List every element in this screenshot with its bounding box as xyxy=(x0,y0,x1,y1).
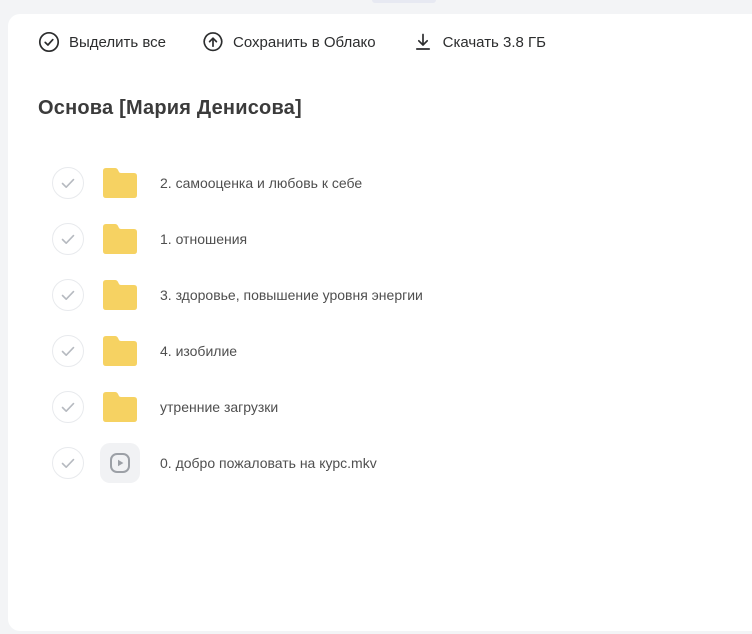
folder-icon xyxy=(100,222,140,256)
folder-icon xyxy=(100,390,140,424)
file-name: 1. отношения xyxy=(160,231,247,248)
list-item[interactable]: 1. отношения xyxy=(8,211,752,267)
folder-icon xyxy=(100,278,140,312)
list-item[interactable]: 3. здоровье, повышение уровня энергии xyxy=(8,267,752,323)
list-item[interactable]: утренние загрузки xyxy=(8,379,752,435)
select-all-button[interactable]: Выделить все xyxy=(38,31,166,53)
row-checkbox[interactable] xyxy=(52,223,84,255)
check-circle-icon xyxy=(38,31,60,53)
row-checkbox[interactable] xyxy=(52,447,84,479)
download-button[interactable]: Скачать 3.8 ГБ xyxy=(412,31,546,53)
content-card: Выделить все Сохранить в Облако Скач xyxy=(8,14,752,631)
file-name: 2. самооценка и любовь к себе xyxy=(160,175,362,192)
folder-icon xyxy=(100,334,140,368)
file-name: утренние загрузки xyxy=(160,399,278,416)
row-checkbox[interactable] xyxy=(52,391,84,423)
save-to-cloud-label: Сохранить в Облако xyxy=(233,35,376,50)
file-name: 0. добро пожаловать на курс.mkv xyxy=(160,455,377,472)
row-checkbox[interactable] xyxy=(52,167,84,199)
cloud-upload-icon xyxy=(202,31,224,53)
download-label: Скачать 3.8 ГБ xyxy=(443,35,546,50)
select-all-label: Выделить все xyxy=(69,35,166,50)
save-to-cloud-button[interactable]: Сохранить в Облако xyxy=(202,31,376,53)
download-icon xyxy=(412,31,434,53)
file-name: 4. изобилие xyxy=(160,343,237,360)
list-item[interactable]: 2. самооценка и любовь к себе xyxy=(8,155,752,211)
video-file-icon xyxy=(100,443,140,483)
toolbar: Выделить все Сохранить в Облако Скач xyxy=(8,14,752,56)
list-item[interactable]: 4. изобилие xyxy=(8,323,752,379)
list-item[interactable]: 0. добро пожаловать на курс.mkv xyxy=(8,435,752,491)
row-checkbox[interactable] xyxy=(52,279,84,311)
file-list: 2. самооценка и любовь к себе 1. отношен… xyxy=(8,155,752,491)
top-toast-remnant xyxy=(372,0,436,3)
row-checkbox[interactable] xyxy=(52,335,84,367)
folder-icon xyxy=(100,166,140,200)
file-name: 3. здоровье, повышение уровня энергии xyxy=(160,287,423,304)
page-title: Основа [Мария Денисова] xyxy=(38,97,752,120)
